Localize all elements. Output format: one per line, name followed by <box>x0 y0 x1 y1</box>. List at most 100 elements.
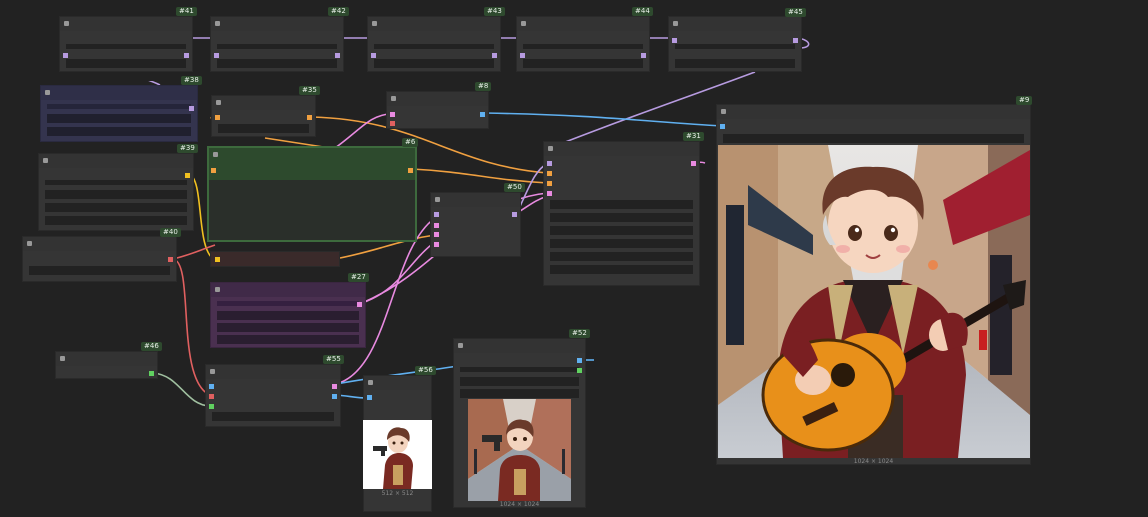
output-pin[interactable] <box>408 168 413 173</box>
input-pin[interactable] <box>209 394 214 399</box>
collapse-dot-icon[interactable] <box>27 241 32 246</box>
node-8[interactable] <box>386 91 489 129</box>
widget-row[interactable] <box>45 203 187 212</box>
input-pin[interactable] <box>434 212 439 217</box>
node-31[interactable] <box>543 141 700 286</box>
widget-row[interactable] <box>66 72 186 81</box>
input-pin[interactable] <box>520 53 525 58</box>
widget-row[interactable] <box>550 252 693 261</box>
preview-image[interactable] <box>468 399 571 501</box>
collapse-dot-icon[interactable] <box>673 21 678 26</box>
widget-row[interactable] <box>460 367 579 372</box>
input-pin[interactable] <box>211 168 216 173</box>
node-40[interactable] <box>22 236 177 282</box>
node-graph-canvas[interactable]: #41 #42 #43 #44 #45 #38 #35 #8 #9 1024 ×… <box>0 0 1148 517</box>
node-46[interactable] <box>55 351 158 379</box>
collapse-dot-icon[interactable] <box>213 152 218 157</box>
output-pin[interactable] <box>357 302 362 307</box>
collapse-dot-icon[interactable] <box>372 21 377 26</box>
node-header[interactable] <box>717 105 1030 119</box>
widget-row[interactable] <box>374 72 494 81</box>
collapse-dot-icon[interactable] <box>458 343 463 348</box>
node-header[interactable] <box>431 193 520 207</box>
widget-row[interactable] <box>66 44 186 49</box>
node-header[interactable] <box>544 142 699 156</box>
widget-row[interactable] <box>45 216 187 225</box>
input-pin[interactable] <box>390 112 395 117</box>
widget-row[interactable] <box>550 265 693 274</box>
input-pin[interactable] <box>390 121 395 126</box>
widget-row[interactable] <box>218 124 309 133</box>
widget-row[interactable] <box>723 134 1024 143</box>
node-header[interactable] <box>669 17 801 31</box>
widget-row[interactable] <box>66 59 186 68</box>
widget-row[interactable] <box>460 377 579 386</box>
node-35[interactable] <box>211 95 316 137</box>
output-pin[interactable] <box>189 106 194 111</box>
input-pin[interactable] <box>215 115 220 120</box>
node-header[interactable] <box>211 17 343 31</box>
widget-row[interactable] <box>550 226 693 235</box>
node-45[interactable] <box>668 16 802 72</box>
collapse-dot-icon[interactable] <box>216 100 221 105</box>
widget-row[interactable] <box>217 44 337 49</box>
input-pin[interactable] <box>547 181 552 186</box>
preview-image[interactable] <box>363 420 432 489</box>
widget-row[interactable] <box>29 266 170 275</box>
collapse-dot-icon[interactable] <box>45 90 50 95</box>
output-pin[interactable] <box>332 394 337 399</box>
output-pin[interactable] <box>184 53 189 58</box>
node-27[interactable] <box>210 282 366 348</box>
widget-row[interactable] <box>550 213 693 222</box>
node-50[interactable] <box>430 192 521 257</box>
input-pin[interactable] <box>547 161 552 166</box>
collapse-dot-icon[interactable] <box>521 21 526 26</box>
output-pin[interactable] <box>641 53 646 58</box>
node-header[interactable] <box>454 339 585 353</box>
node-header[interactable] <box>368 17 500 31</box>
node-6[interactable] <box>207 146 417 242</box>
input-pin[interactable] <box>434 232 439 237</box>
node-header[interactable] <box>364 376 431 390</box>
widget-row[interactable] <box>550 239 693 248</box>
widget-row[interactable] <box>217 323 359 332</box>
widget-row[interactable] <box>45 180 187 185</box>
input-pin[interactable] <box>214 53 219 58</box>
output-pin[interactable] <box>185 173 190 178</box>
node-43[interactable] <box>367 16 501 81</box>
widget-row[interactable] <box>523 59 643 68</box>
node-header[interactable] <box>60 17 192 31</box>
collapse-dot-icon[interactable] <box>64 21 69 26</box>
output-pin[interactable] <box>168 257 173 262</box>
input-pin[interactable] <box>371 53 376 58</box>
widget-row[interactable] <box>217 335 359 344</box>
output-pin[interactable] <box>492 53 497 58</box>
widget-row[interactable] <box>523 44 643 49</box>
widget-row[interactable] <box>217 301 359 306</box>
output-pin[interactable] <box>512 212 517 217</box>
node-header[interactable] <box>209 148 415 180</box>
node-42[interactable] <box>210 16 344 81</box>
widget-row[interactable] <box>217 311 359 320</box>
collapse-dot-icon[interactable] <box>60 356 65 361</box>
node-41[interactable] <box>59 16 193 81</box>
widget-row[interactable] <box>212 412 334 421</box>
widget-row[interactable] <box>374 59 494 68</box>
node-38[interactable] <box>40 85 198 142</box>
input-pin[interactable] <box>672 38 677 43</box>
output-pin[interactable] <box>691 161 696 166</box>
widget-row[interactable] <box>217 72 337 81</box>
node-header[interactable] <box>23 237 176 251</box>
node-header[interactable] <box>56 352 157 366</box>
output-pin[interactable] <box>335 53 340 58</box>
input-pin[interactable] <box>434 223 439 228</box>
node-header[interactable] <box>517 17 649 31</box>
collapse-dot-icon[interactable] <box>215 287 220 292</box>
collapse-dot-icon[interactable] <box>548 146 553 151</box>
collapse-dot-icon[interactable] <box>210 369 215 374</box>
input-pin[interactable] <box>63 53 68 58</box>
collapse-dot-icon[interactable] <box>368 380 373 385</box>
collapse-dot-icon[interactable] <box>391 96 396 101</box>
widget-row[interactable] <box>47 104 191 109</box>
output-pin[interactable] <box>480 112 485 117</box>
